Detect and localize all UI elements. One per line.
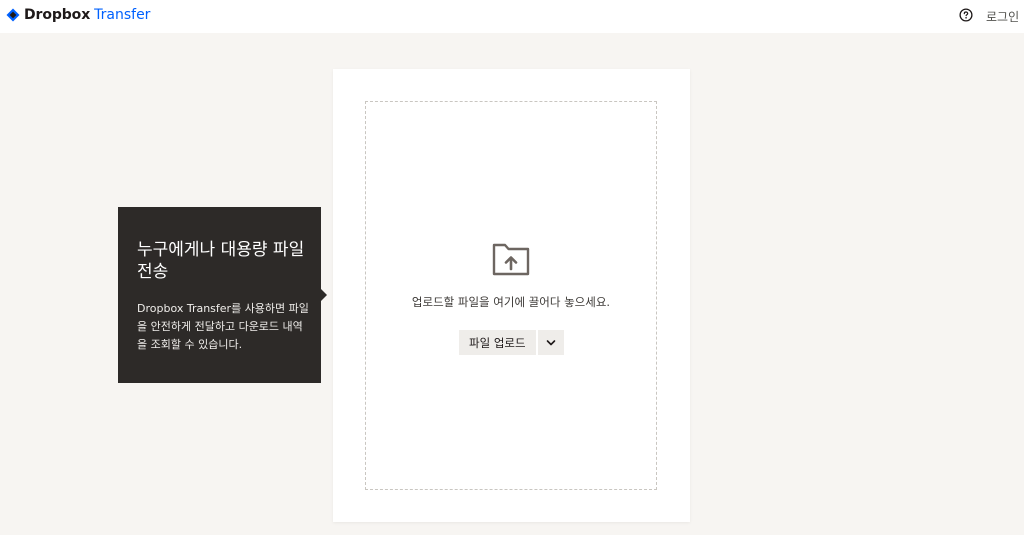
info-tooltip: 누구에게나 대용량 파일 전송 Dropbox Transfer를 사용하면 파… [118, 207, 321, 383]
brand-name: Dropbox [24, 7, 91, 23]
page: Dropbox Transfer 로그인 업로드할 파일을 여기에 끌어다 놓으… [0, 0, 1024, 538]
dropbox-logo-icon [6, 8, 20, 22]
tooltip-body: Dropbox Transfer를 사용하면 파일을 안전하게 전달하고 다운로… [137, 302, 309, 351]
upload-card: 업로드할 파일을 여기에 끌어다 놓으세요. 파일 업로드 [333, 69, 690, 522]
tooltip-title: 누구에게나 대용량 파일 전송 [137, 240, 305, 282]
help-circle-icon[interactable] [959, 8, 973, 22]
upload-button-group: 파일 업로드 [459, 330, 564, 355]
upload-options-button[interactable] [537, 330, 564, 355]
tooltip-arrow [321, 289, 327, 301]
folder-upload-icon [492, 243, 530, 276]
drop-instructions: 업로드할 파일을 여기에 끌어다 놓으세요. [411, 295, 611, 309]
top-header: Dropbox Transfer 로그인 [0, 0, 1024, 33]
chevron-down-icon [546, 339, 555, 345]
brand-logo[interactable]: Dropbox Transfer [6, 6, 150, 24]
brand-product: Transfer [94, 7, 151, 23]
upload-files-button[interactable]: 파일 업로드 [459, 330, 536, 355]
login-link[interactable]: 로그인 [986, 8, 1019, 25]
